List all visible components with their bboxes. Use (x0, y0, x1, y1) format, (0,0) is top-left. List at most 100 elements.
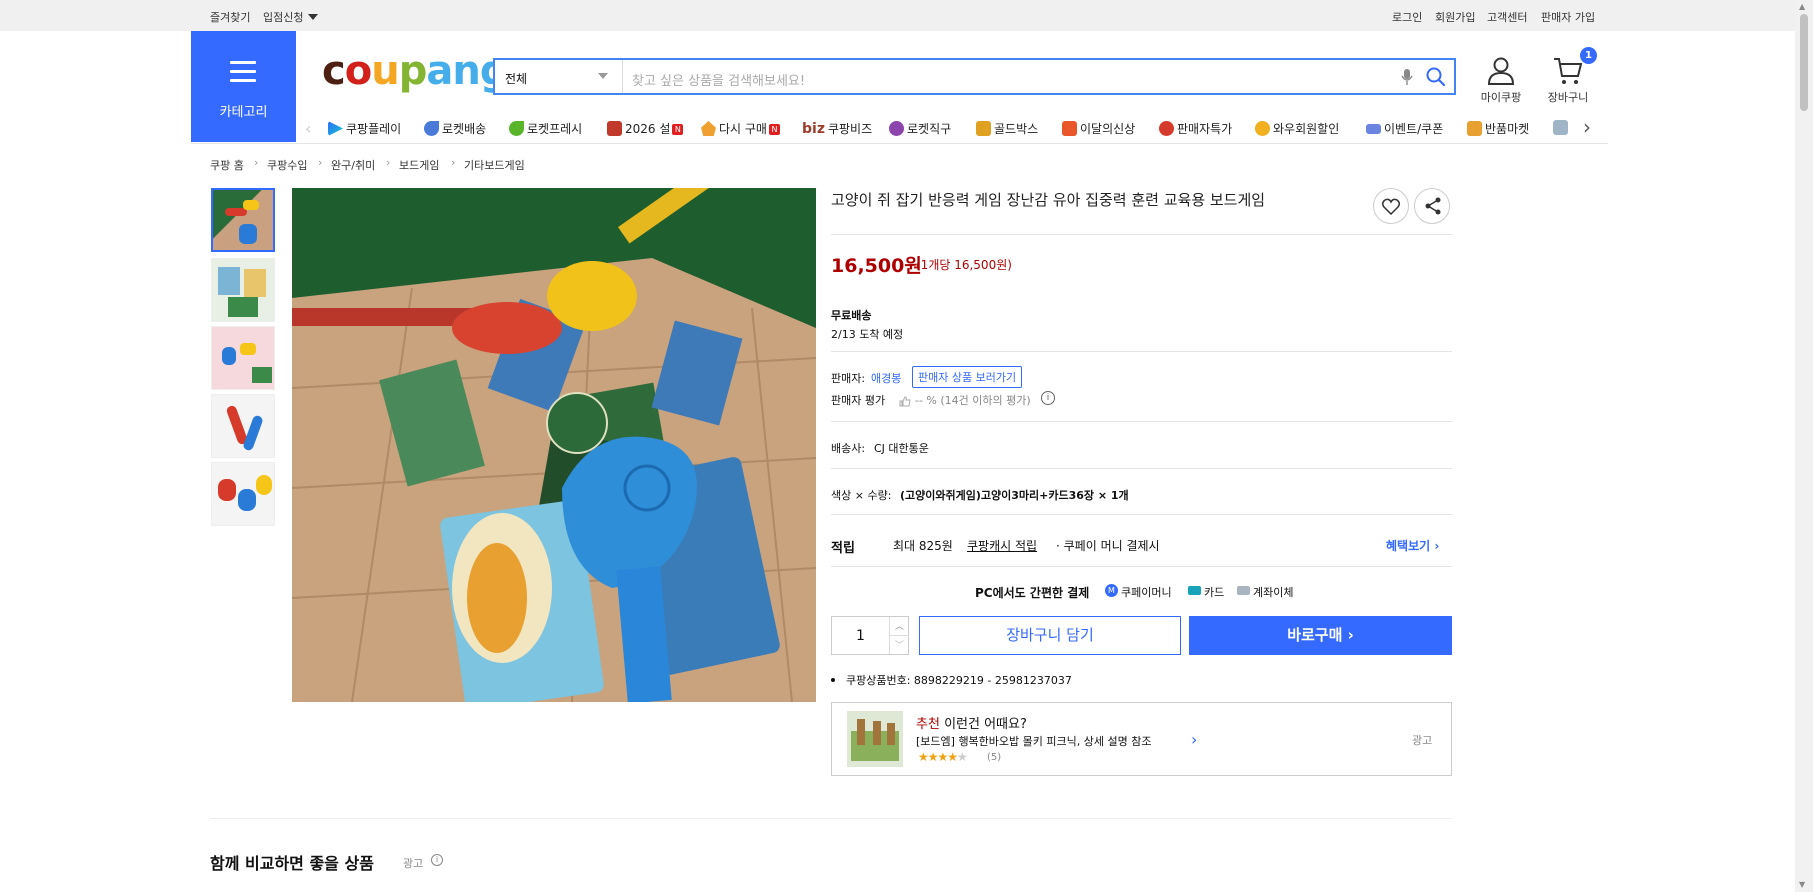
thumbnail-4[interactable] (211, 394, 275, 458)
chevron-right-icon: › (386, 156, 391, 169)
seller-rating-label: 판매자 평가 (831, 394, 886, 407)
product-number: 쿠팡상품번호: 8898229219 - 25981237037 (846, 674, 1072, 687)
thumbnail-2[interactable] (211, 258, 275, 322)
seller-apply-link[interactable]: 입점신청 (263, 9, 303, 25)
new-badge-icon: N (672, 124, 684, 135)
percent-icon (1159, 121, 1174, 136)
seller-rating-value: -- % (14건 이하의 평가) (915, 394, 1031, 407)
seller-name-link[interactable]: 애경봉 (871, 370, 901, 386)
recommendation-item-title[interactable]: [보드엠] 행복한바오밥 몰키 피크닉, 상세 설명 참조 (916, 733, 1151, 749)
customer-center-link[interactable]: 고객센터 (1487, 9, 1527, 25)
nav-item-events-coupons[interactable]: 이벤트/쿠폰 (1366, 120, 1443, 137)
nav-item-goldbox[interactable]: 골드박스 (976, 120, 1038, 137)
divider (831, 468, 1452, 469)
rocket-global-icon (889, 121, 904, 136)
product-price: 16,500원 (831, 255, 922, 277)
nav-item-coupangplay[interactable]: 쿠팡플레이 (328, 120, 401, 137)
scroll-down-icon[interactable]: ▼ (1799, 880, 1805, 889)
quantity-stepper[interactable]: 1 ︿ ﹀ (831, 616, 909, 655)
top-utility-bar: 즐겨찾기 입점신청 로그인 회원가입 고객센터 판매자 가입 (0, 0, 1795, 31)
chevron-right-icon: › (318, 156, 323, 169)
thumbnail-5[interactable] (211, 462, 275, 526)
seller-signup-link[interactable]: 판매자 가입 (1541, 9, 1595, 25)
scroll-up-icon[interactable]: ▲ (1799, 2, 1805, 11)
nav-item-rocket-delivery[interactable]: 로켓배송 (424, 120, 486, 137)
category-nav: 쿠팡플레이 로켓배송 로켓프레시 2026 설N 다시 구매 N biz 쿠팡비즈 … (300, 116, 1600, 140)
arrival-date: 2/13 도착 예정 (831, 328, 904, 341)
info-icon[interactable]: i (431, 854, 443, 866)
pay-method-card: 카드 (1204, 586, 1225, 599)
coupon-icon (1366, 124, 1381, 134)
bank-transfer-icon (1237, 586, 1250, 595)
mycoupang-button[interactable]: 마이쿠팡 (1480, 56, 1522, 105)
pay-title: PC에서도 간편한 결제 (975, 586, 1090, 600)
rocket-icon (424, 121, 439, 136)
wishlist-button[interactable] (1373, 188, 1409, 224)
breadcrumb-toys[interactable]: 완구/취미 (331, 157, 375, 173)
breadcrumb-other-boardgame[interactable]: 기타보드게임 (464, 157, 525, 173)
nav-item-new-arrivals[interactable]: 이달의신상 (1062, 120, 1135, 137)
page-scrollbar[interactable]: ▲ ▼ (1795, 0, 1813, 892)
chevron-right-icon: › (451, 156, 456, 169)
nav-item-more[interactable] (1553, 120, 1571, 135)
search-icon[interactable] (1425, 66, 1447, 88)
share-button[interactable] (1414, 188, 1450, 224)
compare-section-title: 함께 비교하면 좋을 상품 (210, 854, 374, 873)
nav-divider (191, 143, 1608, 144)
seller-products-link[interactable]: 판매자 상품 보러가기 (912, 366, 1023, 388)
rocket-fresh-icon (509, 121, 524, 136)
nav-item-rebuy[interactable]: 다시 구매 N (701, 120, 780, 137)
search-category-select[interactable]: 전체 (495, 60, 623, 93)
microphone-icon[interactable] (1401, 68, 1413, 86)
chevron-right-icon[interactable]: › (1191, 730, 1197, 749)
scrollbar-thumb[interactable] (1800, 14, 1808, 111)
cart-icon (1554, 58, 1583, 84)
recommendation-image[interactable] (847, 711, 903, 767)
store-icon (1467, 121, 1482, 136)
quantity-value[interactable]: 1 (856, 628, 865, 644)
breadcrumb-import[interactable]: 쿠팡수입 (267, 157, 307, 173)
nav-item-seller-deals[interactable]: 판매자특가 (1159, 120, 1232, 137)
reward-label: 적립 (831, 541, 855, 556)
recommendation-box[interactable]: 추천 이런건 어때요? [보드엠] 행복한바오밥 몰키 피크닉, 상세 설명 참… (831, 702, 1452, 776)
category-label: 카테고리 (219, 105, 268, 120)
category-menu-button[interactable]: 카테고리 (191, 31, 296, 142)
nav-item-wow-discount[interactable]: 와우회원할인 (1255, 120, 1339, 137)
section-divider (210, 818, 1452, 819)
bullet-icon (831, 678, 835, 682)
nav-item-return-market[interactable]: 반품마켓 (1467, 120, 1529, 137)
quantity-up-icon[interactable]: ︿ (895, 619, 904, 632)
coupang-logo[interactable]: coupang (322, 48, 508, 94)
carrier-value: CJ 대한통운 (874, 442, 929, 455)
nav-item-coupang-biz[interactable]: biz 쿠팡비즈 (802, 120, 872, 137)
divider (831, 514, 1452, 515)
benefit-link[interactable]: 혜택보기 › (1386, 537, 1439, 554)
nav-item-rocket-global[interactable]: 로켓직구 (889, 120, 951, 137)
buy-now-button[interactable]: 바로구매 › (1189, 616, 1452, 655)
hamburger-icon (230, 61, 256, 88)
thumbnail-1[interactable] (211, 188, 275, 252)
nav-next-icon[interactable]: › (1583, 115, 1591, 139)
thumbnail-3[interactable] (211, 326, 275, 390)
signup-link[interactable]: 회원가입 (1435, 9, 1475, 25)
unit-price: (1개당 16,500원) (916, 258, 1012, 272)
carrier-label: 배송사: (831, 442, 866, 455)
biz-icon: biz (802, 121, 825, 137)
breadcrumb-boardgame[interactable]: 보드게임 (399, 157, 439, 173)
add-to-cart-button[interactable]: 장바구니 담기 (919, 616, 1181, 655)
quantity-down-icon[interactable]: ﹀ (895, 638, 904, 651)
divider (831, 351, 1452, 352)
nav-item-lunar-new-year[interactable]: 2026 설N (607, 120, 684, 137)
divider (831, 234, 1452, 235)
chevron-down-icon (598, 73, 608, 79)
coupang-cash-link[interactable]: 쿠팡캐시 적립 (967, 537, 1037, 554)
breadcrumb-home[interactable]: 쿠팡 홈 (210, 157, 244, 173)
mycoupang-label: 마이쿠팡 (1480, 91, 1522, 104)
login-link[interactable]: 로그인 (1392, 9, 1422, 25)
ad-label: 광고 (1412, 734, 1433, 747)
bookmark-link[interactable]: 즐겨찾기 (210, 9, 250, 25)
divider (831, 566, 1452, 567)
search-input[interactable]: 찾고 싶은 상품을 검색해보세요! (632, 70, 805, 89)
nav-item-rocket-fresh[interactable]: 로켓프레시 (509, 120, 582, 137)
info-icon[interactable]: i (1041, 391, 1055, 405)
